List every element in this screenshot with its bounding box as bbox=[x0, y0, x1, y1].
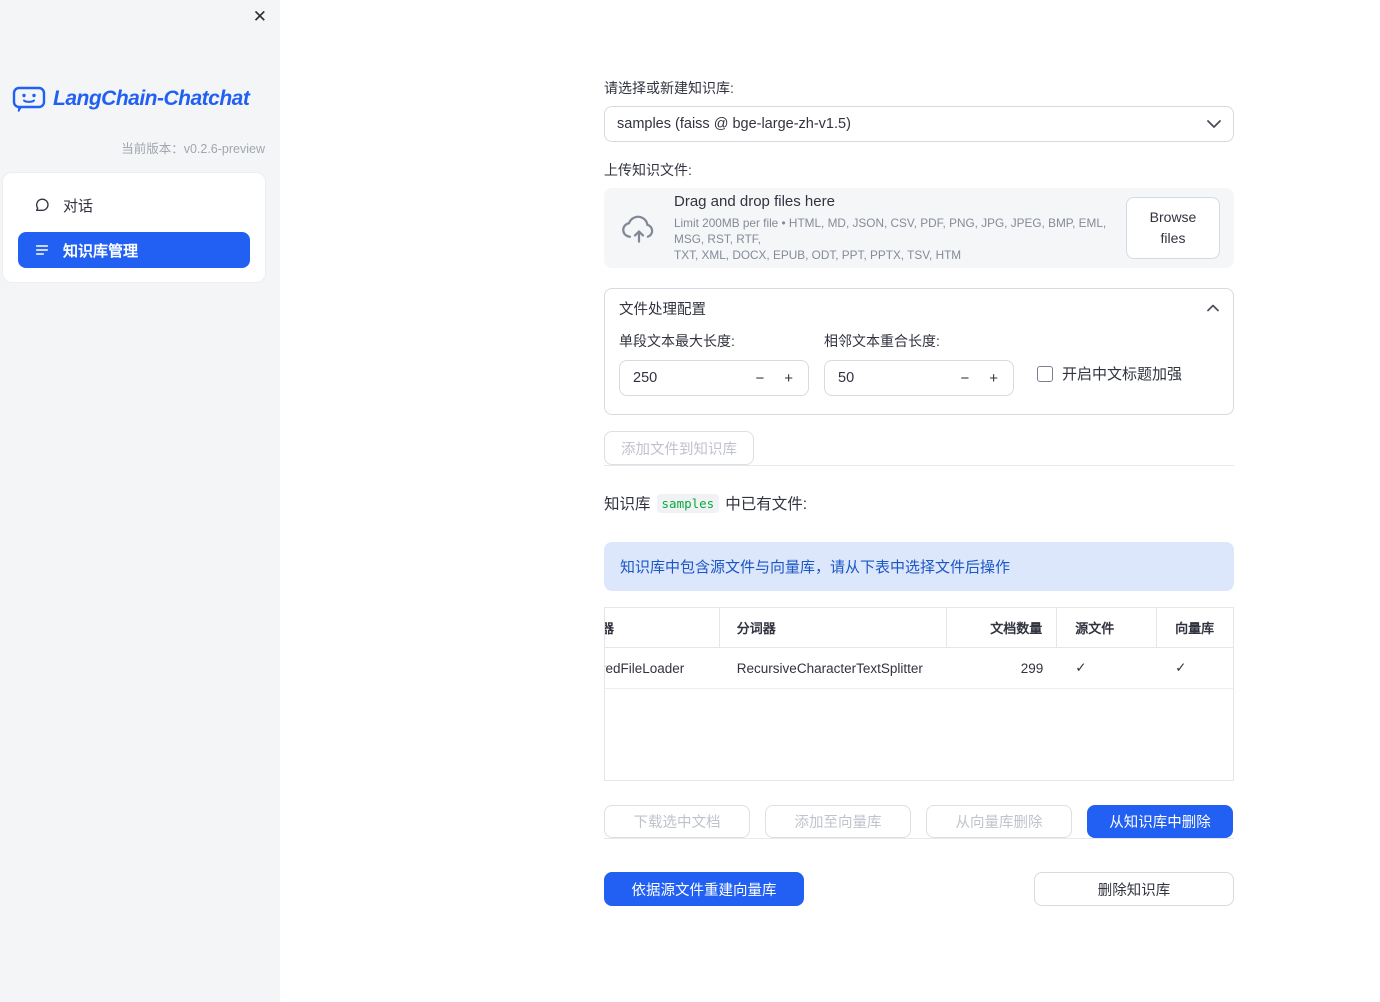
kb-files-prefix: 知识库 bbox=[604, 496, 651, 513]
overlap-size-value[interactable]: 50 bbox=[838, 370, 958, 386]
table-header-loader[interactable]: 器 bbox=[605, 608, 720, 647]
kb-select-label: 请选择或新建知识库: bbox=[604, 80, 734, 96]
knowledge-base-icon bbox=[34, 242, 50, 258]
decrement-button[interactable]: − bbox=[958, 371, 971, 386]
chevron-up-icon bbox=[1207, 304, 1219, 312]
browse-files-button[interactable]: Browse files bbox=[1126, 197, 1220, 259]
dropzone-title: Drag and drop files here bbox=[674, 193, 835, 210]
info-banner: 知识库中包含源文件与向量库，请从下表中选择文件后操作 bbox=[604, 542, 1234, 591]
cell-doc-count[interactable]: 299 bbox=[947, 648, 1057, 688]
config-expander: 文件处理配置 单段文本最大长度: 250 − + 相邻文本重合长度: 50 − … bbox=[604, 288, 1234, 415]
add-to-vector-store-button[interactable]: 添加至向量库 bbox=[765, 805, 911, 838]
kb-files-suffix: 中已有文件: bbox=[725, 496, 808, 513]
chunk-size-label: 单段文本最大长度: bbox=[619, 333, 735, 349]
chunk-size-input[interactable]: 250 − + bbox=[619, 360, 809, 396]
overlap-size-label: 相邻文本重合长度: bbox=[824, 333, 940, 349]
sidebar-item-label: 知识库管理 bbox=[63, 242, 139, 260]
sidebar-item-dialogue[interactable]: 对话 bbox=[18, 187, 250, 223]
sidebar-item-label: 对话 bbox=[63, 197, 94, 215]
table-actions: 下载选中文档 添加至向量库 从向量库删除 从知识库中删除 bbox=[604, 805, 1234, 838]
logo-text: LangChain-Chatchat bbox=[53, 87, 250, 110]
checkbox-box[interactable] bbox=[1037, 365, 1053, 382]
sidebar-menu: 对话 知识库管理 bbox=[2, 172, 266, 283]
add-files-to-kb-button[interactable]: 添加文件到知识库 bbox=[604, 431, 754, 465]
main-content: 请选择或新建知识库: samples (faiss @ bge-large-zh… bbox=[604, 0, 1234, 906]
sidebar-item-kb-management[interactable]: 知识库管理 bbox=[18, 232, 250, 268]
rebuild-vector-store-button[interactable]: 依据源文件重建向量库 bbox=[604, 872, 804, 906]
kb-files-heading: 知识库 samples 中已有文件: bbox=[604, 492, 1234, 514]
config-expander-title: 文件处理配置 bbox=[619, 301, 706, 318]
overlap-size-input[interactable]: 50 − + bbox=[824, 360, 1014, 396]
download-selected-button[interactable]: 下载选中文档 bbox=[604, 805, 750, 838]
increment-button[interactable]: + bbox=[782, 371, 795, 386]
cell-vector-store-check[interactable]: ✓ bbox=[1157, 648, 1233, 688]
table-header-splitter[interactable]: 分词器 bbox=[720, 608, 948, 647]
delete-kb-button[interactable]: 删除知识库 bbox=[1034, 872, 1234, 906]
divider bbox=[604, 838, 1234, 839]
delete-from-vector-store-button[interactable]: 从向量库删除 bbox=[926, 805, 1072, 838]
config-expander-header[interactable]: 文件处理配置 bbox=[605, 289, 1233, 327]
kb-name-code: samples bbox=[656, 493, 720, 513]
table-row[interactable]: redFileLoader RecursiveCharacterTextSpli… bbox=[605, 648, 1233, 689]
version-text: 当前版本：v0.2.6-preview bbox=[121, 142, 265, 156]
cloud-upload-icon bbox=[620, 212, 658, 244]
kb-select[interactable]: samples (faiss @ bge-large-zh-v1.5) bbox=[604, 106, 1234, 142]
chevron-down-icon bbox=[1207, 120, 1221, 128]
files-table[interactable]: 器 分词器 文档数量 源文件 向量库 redFileLoader Recursi… bbox=[604, 607, 1234, 781]
table-header-source-file[interactable]: 源文件 bbox=[1057, 608, 1158, 647]
upload-label: 上传知识文件: bbox=[604, 162, 692, 178]
kb-select-value: samples (faiss @ bge-large-zh-v1.5) bbox=[617, 116, 851, 132]
close-sidebar-icon[interactable]: ✕ bbox=[253, 7, 267, 27]
divider bbox=[604, 465, 1234, 466]
bottom-actions: 依据源文件重建向量库 删除知识库 bbox=[604, 872, 1234, 906]
dropzone-limit-line2: TXT, XML, DOCX, EPUB, ODT, PPT, PPTX, TS… bbox=[674, 248, 962, 262]
dropzone-text: Drag and drop files here Limit 200MB per… bbox=[674, 193, 1110, 263]
decrement-button[interactable]: − bbox=[753, 371, 766, 386]
zh-title-enhance-checkbox[interactable]: 开启中文标题加强 bbox=[1037, 363, 1182, 384]
table-header-doc-count[interactable]: 文档数量 bbox=[947, 608, 1058, 647]
delete-from-kb-button[interactable]: 从知识库中删除 bbox=[1087, 805, 1233, 838]
cell-splitter[interactable]: RecursiveCharacterTextSplitter bbox=[720, 648, 948, 688]
chat-bubble-icon bbox=[34, 197, 50, 213]
config-expander-body: 单段文本最大长度: 250 − + 相邻文本重合长度: 50 − + 开启中文标… bbox=[605, 327, 1233, 414]
logo: LangChain-Chatchat bbox=[12, 84, 250, 114]
cell-loader[interactable]: redFileLoader bbox=[605, 648, 720, 688]
chunk-size-value[interactable]: 250 bbox=[633, 370, 753, 386]
increment-button[interactable]: + bbox=[987, 371, 1000, 386]
checkbox-label: 开启中文标题加强 bbox=[1062, 366, 1183, 383]
table-header-vector-store[interactable]: 向量库 bbox=[1157, 608, 1233, 647]
cell-source-file-check[interactable]: ✓ bbox=[1057, 648, 1157, 688]
table-header-row: 器 分词器 文档数量 源文件 向量库 bbox=[605, 608, 1233, 648]
dropzone-limit-line1: Limit 200MB per file • HTML, MD, JSON, C… bbox=[674, 216, 1107, 246]
file-dropzone[interactable]: Drag and drop files here Limit 200MB per… bbox=[604, 188, 1234, 268]
sidebar: ✕ LangChain-Chatchat 当前版本：v0.2.6-preview… bbox=[0, 0, 280, 1002]
logo-icon bbox=[12, 84, 46, 114]
